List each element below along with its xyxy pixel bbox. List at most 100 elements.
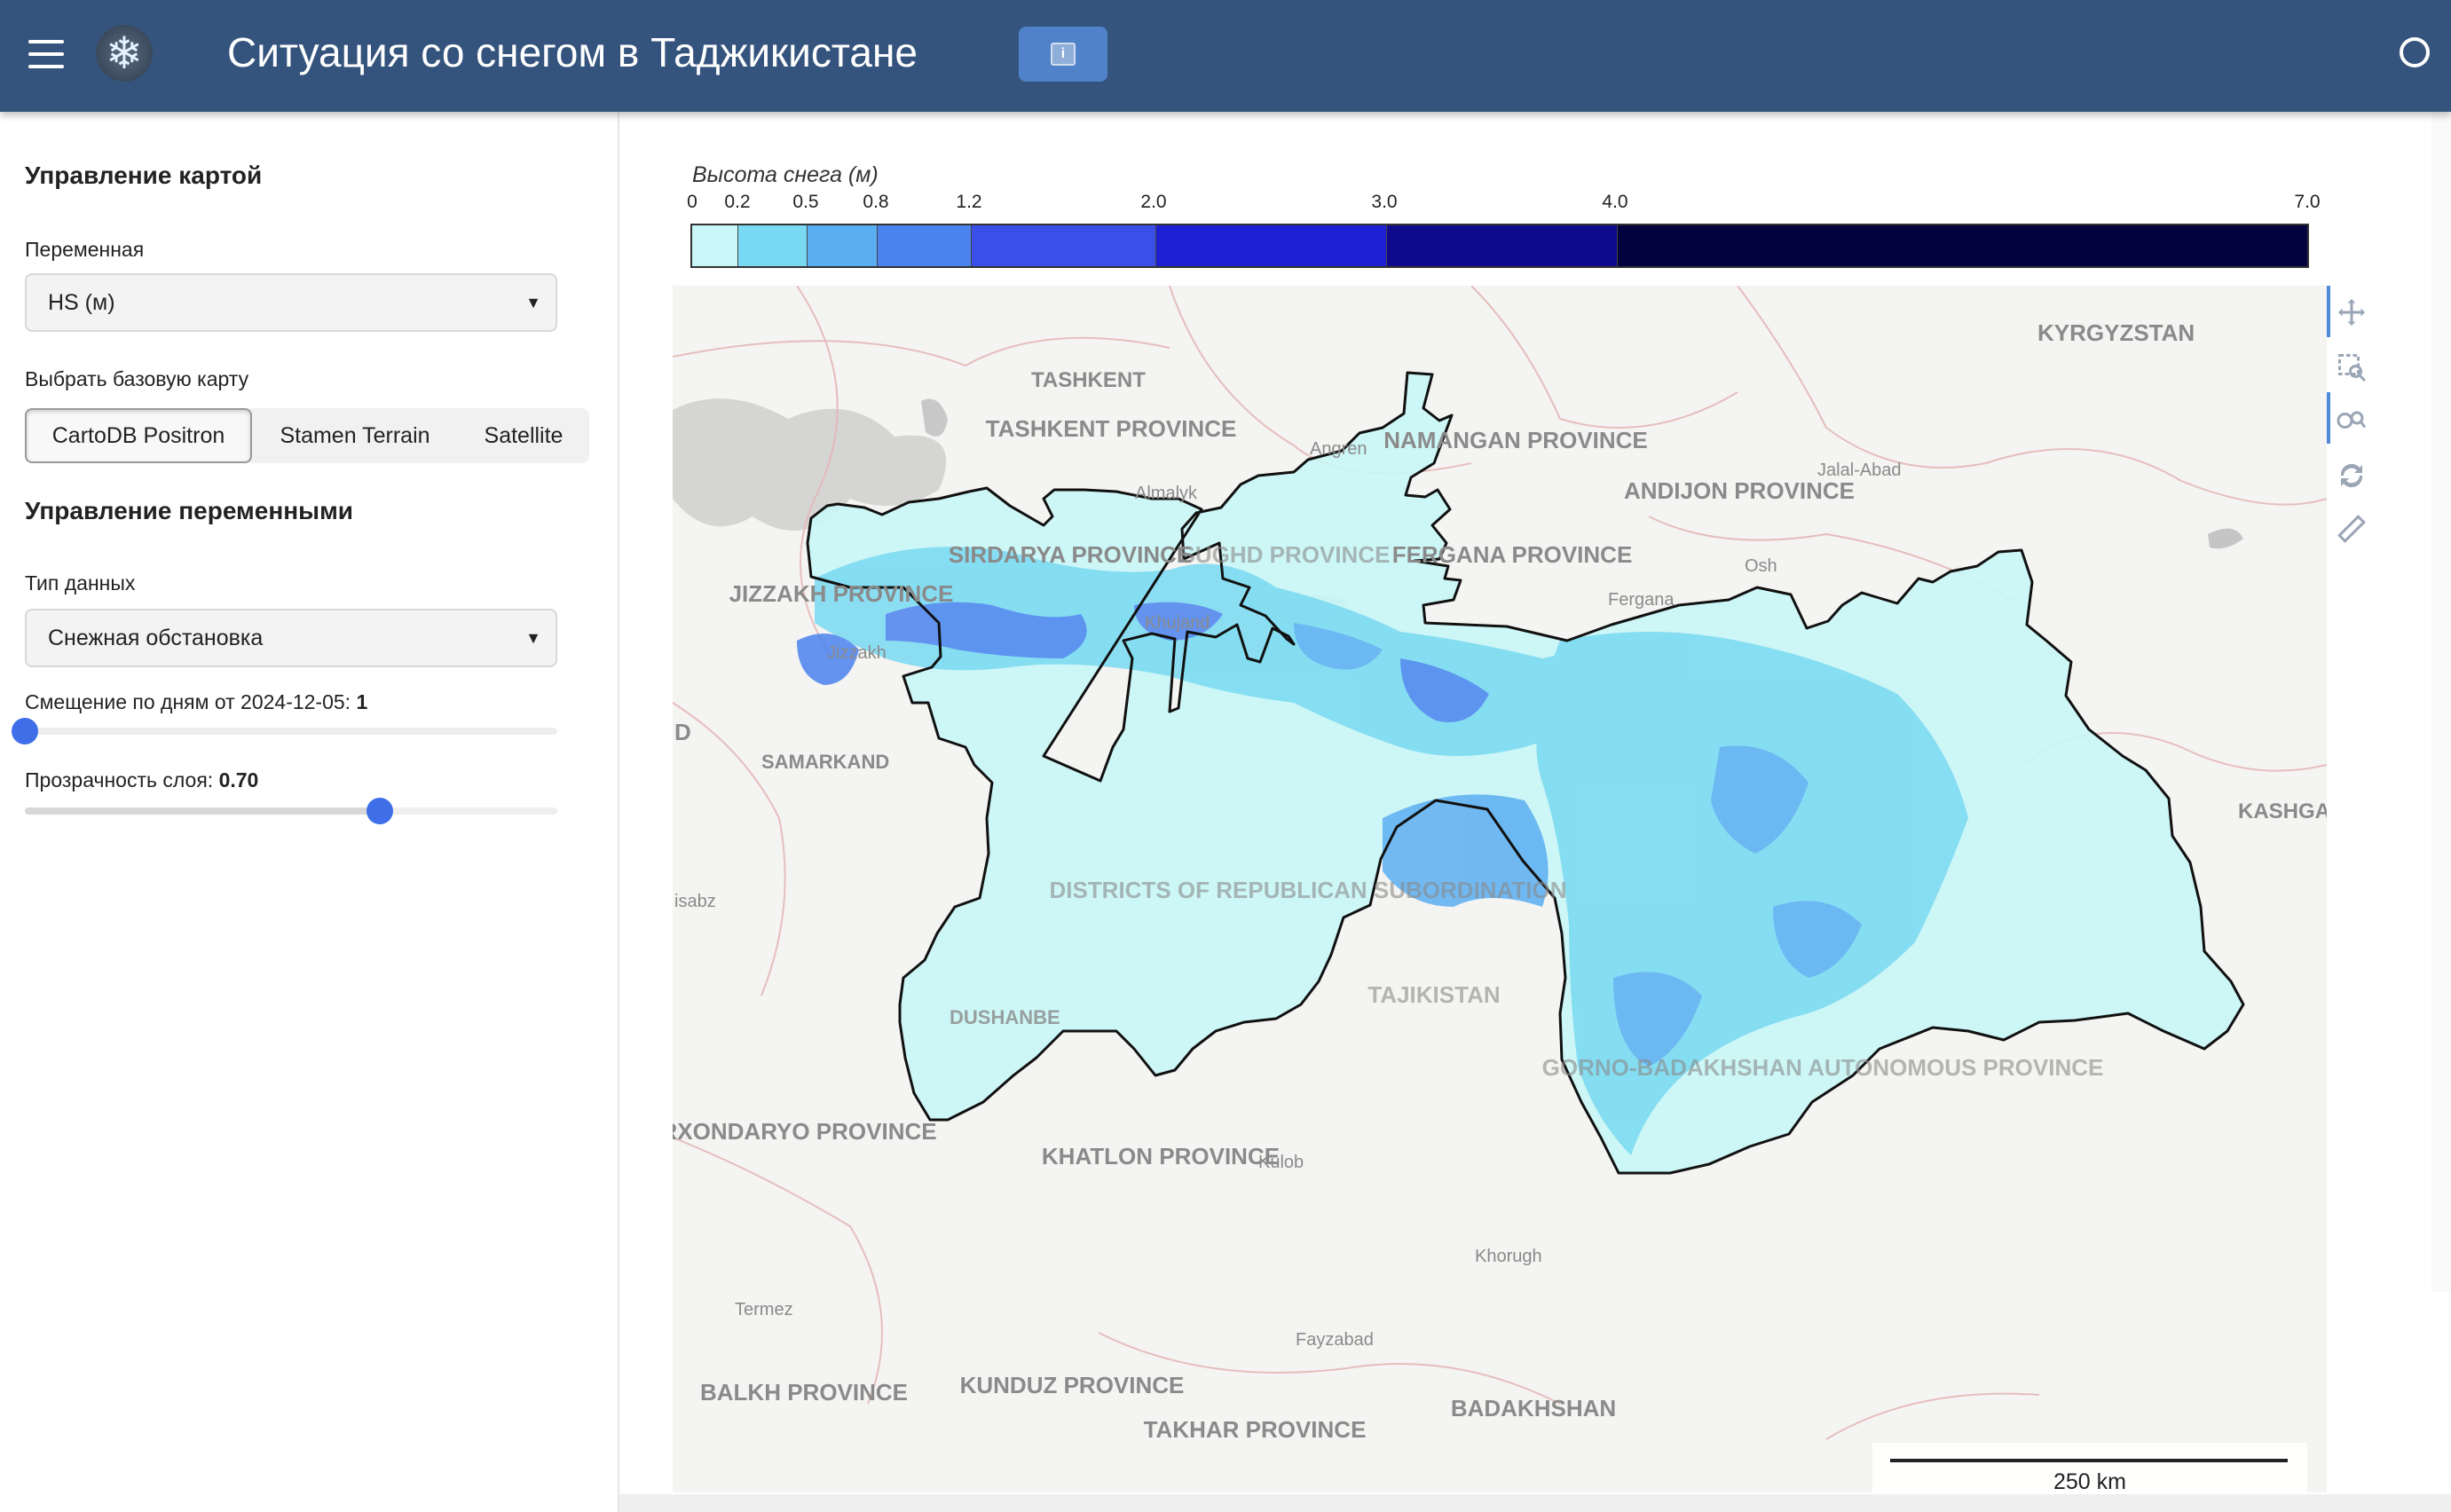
- measure-ruler-icon[interactable]: [2336, 513, 2368, 545]
- active-tool-indicator: [2327, 392, 2334, 444]
- map-label: D: [674, 719, 691, 745]
- day-offset-value: 1: [356, 690, 368, 713]
- day-offset-slider[interactable]: [12, 718, 557, 744]
- map-label: Angren: [1310, 439, 1367, 459]
- map-label: DISTRICTS OF REPUBLICAN SUBORDINATION: [1049, 877, 1566, 903]
- active-tool-indicator: [2327, 286, 2334, 337]
- colorbar-segment: [970, 225, 1155, 266]
- dropdown-caret-icon: ▼: [525, 629, 541, 647]
- opacity-value: 0.70: [218, 768, 259, 791]
- day-offset-label-text: Смещение по дням от 2024-12-05:: [25, 690, 351, 713]
- colorbar-segment: [806, 225, 878, 266]
- legend-tick: 7.0: [2294, 192, 2321, 212]
- map-label: JIZZAKH PROVINCE: [729, 580, 954, 607]
- info-icon: i: [1051, 43, 1076, 66]
- map-canvas[interactable]: KYRGYZSTAN TASHKENT TASHKENT PROVINCE An…: [673, 286, 2327, 1492]
- map-label: BALKH PROVINCE: [700, 1379, 908, 1406]
- map-label: SAMARKAND: [761, 751, 889, 773]
- dropdown-caret-icon: ▼: [525, 294, 541, 311]
- map-label: TASHKENT: [1031, 368, 1146, 392]
- colorbar-segment: [692, 225, 737, 266]
- data-type-select-value: Снежная обстановка: [48, 626, 264, 650]
- map-label: SUGHD PROVINCE: [1180, 541, 1391, 568]
- map-label: SURXONDARYO PROVINCE: [673, 1118, 937, 1145]
- map-controls-title: Управление картой: [25, 161, 263, 189]
- colorbar-segment: [1155, 225, 1386, 266]
- map-label: Fergana: [1608, 590, 1675, 610]
- scale-bar-line: [1890, 1459, 2288, 1462]
- box-zoom-tool-icon[interactable]: [2336, 351, 2368, 383]
- opacity-slider-fill: [25, 807, 381, 815]
- basemap-label: Выбрать базовую карту: [25, 367, 249, 390]
- map-label: TASHKENT PROVINCE: [986, 415, 1237, 442]
- page-title: Ситуация со снегом в Таджикистане: [227, 29, 918, 75]
- map-label: KUNDUZ PROVINCE: [960, 1372, 1185, 1398]
- colorbar-segment: [1617, 225, 2307, 266]
- legend-tick: 0: [687, 192, 697, 212]
- map-label: Fayzabad: [1296, 1330, 1374, 1350]
- colorbar-segment: [1386, 225, 1617, 266]
- map-label: Khujand: [1145, 613, 1210, 633]
- scale-bar: 250 km: [1872, 1443, 2307, 1492]
- map-label: Kulob: [1258, 1153, 1304, 1172]
- map-label: SIRDARYA PROVINCE: [949, 541, 1193, 568]
- lake-shape-2: [2208, 528, 2243, 549]
- legend-tick: 0.2: [724, 192, 751, 212]
- map-label: Osh: [1745, 556, 1777, 576]
- variable-select-value: HS (м): [48, 290, 115, 315]
- map-label: KYRGYZSTAN: [2037, 319, 2195, 346]
- map-label: Jalal-Abad: [1817, 461, 1902, 480]
- basemap-satellite-button[interactable]: Satellite: [458, 408, 589, 463]
- info-button[interactable]: i: [1019, 27, 1107, 82]
- map-label: FERGANA PROVINCE: [1392, 541, 1633, 568]
- map-label: Almalyk: [1135, 484, 1198, 503]
- map-svg: KYRGYZSTAN TASHKENT TASHKENT PROVINCE An…: [673, 286, 2327, 1443]
- snow-depth-colorbar: [690, 224, 2309, 268]
- map-label: Jizzakh: [827, 643, 887, 663]
- map-label: TAKHAR PROVINCE: [1144, 1416, 1367, 1443]
- opacity-slider-handle[interactable]: [366, 798, 394, 824]
- legend-tick: 4.0: [1602, 192, 1628, 212]
- basemap-cartodb-positron-button[interactable]: CartoDB Positron: [25, 408, 252, 463]
- sidebar: Управление картой Переменная HS (м) ▼ Вы…: [0, 112, 619, 1512]
- map-label: TAJIKISTAN: [1367, 981, 1500, 1008]
- pan-tool-icon[interactable]: [2336, 296, 2368, 328]
- colorbar-segment: [737, 225, 807, 266]
- busy-indicator-icon: [2400, 37, 2430, 67]
- map-label: KASHGA: [2238, 799, 2327, 823]
- map-label: isabz: [674, 892, 716, 911]
- basemap-stamen-terrain-button[interactable]: Stamen Terrain: [252, 408, 458, 463]
- day-offset-label: Смещение по дням от 2024-12-05: 1: [25, 690, 367, 714]
- reset-tool-icon[interactable]: [2336, 460, 2368, 492]
- snowflake-logo-icon: ❄: [96, 25, 153, 82]
- legend-tick: 1.2: [956, 192, 982, 212]
- app-header: ❄ Ситуация со снегом в Таджикистане i: [0, 0, 2451, 112]
- lake-shape: [921, 398, 948, 437]
- opacity-label-text: Прозрачность слоя:: [25, 768, 214, 791]
- colorbar-segment: [877, 225, 971, 266]
- legend-tick: 2.0: [1140, 192, 1167, 212]
- map-label: Termez: [735, 1300, 793, 1319]
- variable-select[interactable]: HS (м) ▼: [25, 273, 557, 332]
- map-label: GORNO-BADAKHSHAN AUTONOMOUS PROVINCE: [1542, 1054, 2104, 1081]
- legend-tick: 0.5: [792, 192, 819, 212]
- map-label: BADAKHSHAN: [1451, 1395, 1616, 1421]
- opacity-slider[interactable]: [25, 798, 557, 824]
- day-offset-slider-handle[interactable]: [12, 718, 38, 744]
- map-label: Khorugh: [1475, 1247, 1542, 1266]
- map-label: DUSHANBE: [950, 1006, 1060, 1028]
- map-toolbar: [2327, 286, 2376, 552]
- legend-tick: 0.8: [863, 192, 889, 212]
- horizontal-scrollbar[interactable]: [619, 1494, 2451, 1512]
- map-label: KHATLON PROVINCE: [1042, 1143, 1280, 1169]
- scale-bar-label: 250 km: [2053, 1469, 2126, 1492]
- country-snow-fill: [808, 373, 2243, 1173]
- variables-controls-title: Управление переменными: [25, 497, 353, 524]
- vertical-scrollbar[interactable]: [2431, 112, 2451, 1292]
- variable-label: Переменная: [25, 238, 145, 261]
- data-type-label: Тип данных: [25, 571, 136, 595]
- wheel-zoom-tool-icon[interactable]: [2336, 405, 2368, 437]
- basemap-button-group: CartoDB Positron Stamen Terrain Satellit…: [25, 408, 589, 463]
- data-type-select[interactable]: Снежная обстановка ▼: [25, 609, 557, 667]
- menu-icon[interactable]: [28, 40, 64, 68]
